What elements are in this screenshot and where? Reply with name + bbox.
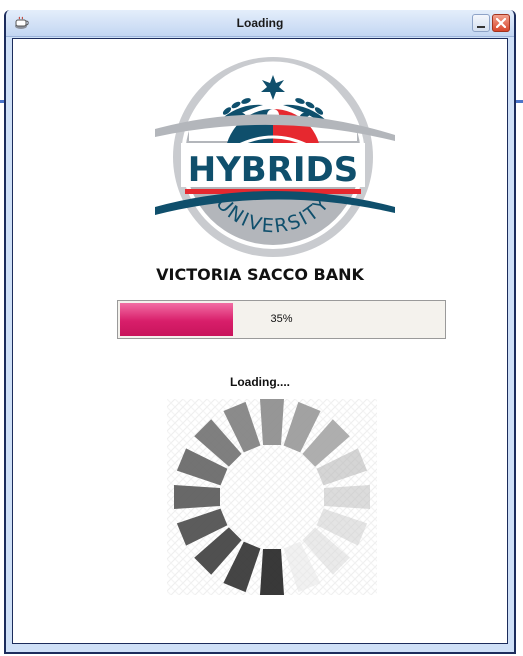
loading-spinner-icon	[167, 399, 377, 595]
organization-name: VICTORIA SACCO BANK	[156, 265, 364, 284]
loading-status: Loading....	[230, 375, 290, 389]
dialog-content: HYBRIDS UNIVERSITY VICTORIA SACCO BANK 3…	[12, 38, 508, 644]
progress-bar: 35%	[117, 300, 446, 339]
minimize-icon	[477, 26, 485, 28]
close-button[interactable]	[492, 14, 510, 32]
loading-dialog: Loading HYBRIDS UNIVERSITY VICTORIA SACC…	[4, 10, 516, 654]
title-bar[interactable]: Loading	[6, 10, 514, 37]
progress-percent: 35%	[270, 313, 293, 325]
spinner-spoke	[174, 485, 220, 509]
minimize-button[interactable]	[472, 14, 490, 32]
spinner-spoke	[260, 399, 284, 445]
window-title: Loading	[236, 16, 284, 30]
logo-wordmark: HYBRIDS	[188, 150, 359, 190]
hybrids-university-logo: HYBRIDS UNIVERSITY	[155, 57, 395, 257]
spinner-spoke	[324, 485, 370, 509]
spinner-spoke	[260, 549, 284, 595]
close-icon	[496, 18, 506, 28]
